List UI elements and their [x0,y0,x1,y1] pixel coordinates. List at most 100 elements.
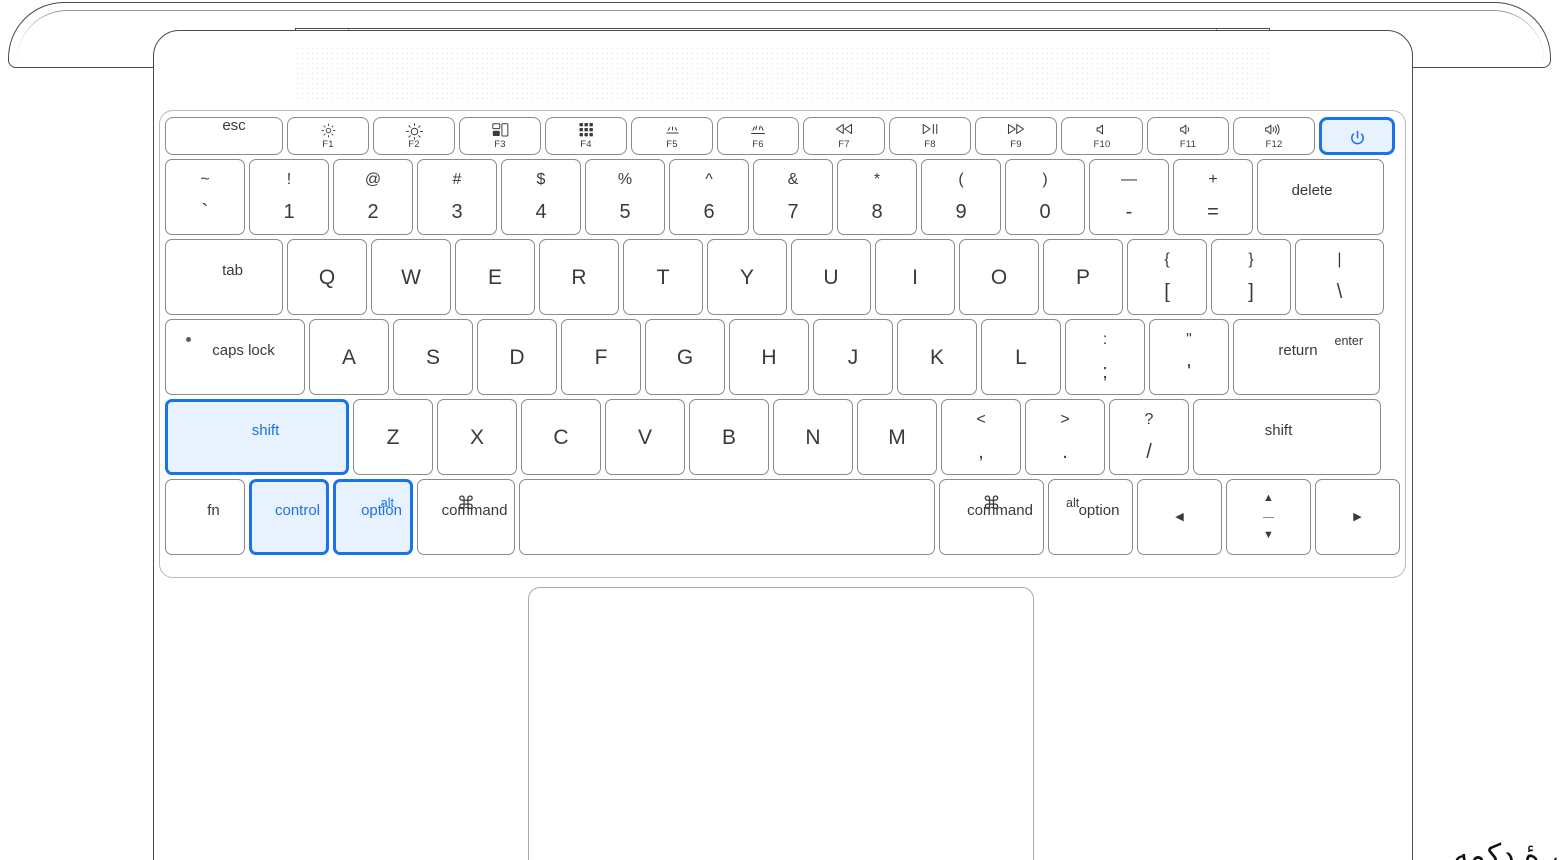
key-key-d[interactable]: D [477,319,557,395]
key-legend-lower: ; [1102,361,1108,383]
key-letter: E [487,265,502,289]
key-return[interactable]: enter return [1233,319,1380,395]
key-letter: R [571,265,587,289]
arrow-down-icon[interactable]: ▼ [1263,518,1274,555]
key-esc[interactable]: esc [165,117,283,155]
key-slash[interactable]: ? / [1109,399,1189,475]
key-legend-lower: , [978,441,984,463]
key-digit-8[interactable]: * 8 [837,159,917,235]
key-legend-upper: < [976,411,986,428]
key-space[interactable] [519,479,935,555]
key-key-q[interactable]: Q [287,239,367,315]
key-letter: N [805,425,821,449]
key-f4[interactable]: F4 [545,117,627,155]
key-legend-lower: . [1062,441,1068,463]
key-legend-upper: # [452,171,462,188]
key-key-x[interactable]: X [437,399,517,475]
key-f3[interactable]: F3 [459,117,541,155]
key-f8[interactable]: F8 [889,117,971,155]
key-caps-lock[interactable]: caps lock [165,319,305,395]
key-minus[interactable]: — - [1089,159,1169,235]
key-digit-4[interactable]: $4 [501,159,581,235]
key-digit-7[interactable]: & 7 [753,159,833,235]
key-f11[interactable]: F11 [1147,117,1229,155]
key-option-right[interactable]: alt option [1048,479,1133,555]
key-key-j[interactable]: J [813,319,893,395]
key-key-m[interactable]: M [857,399,937,475]
key-legend-lower: [ [1164,281,1170,303]
key-key-e[interactable]: E [455,239,535,315]
key-key-l[interactable]: L [981,319,1061,395]
key-delete[interactable]: delete [1257,159,1384,235]
keyboard-row-qwerty: tab Q W E R T Y U I O P{[}] | \ [165,239,1400,315]
key-key-u[interactable]: U [791,239,871,315]
key-digit-0[interactable]: ) 0 [1005,159,1085,235]
key-f5[interactable]: F5 [631,117,713,155]
key-digit-5[interactable]: % 5 [585,159,665,235]
key-digit-9[interactable]: (9 [921,159,1001,235]
key-key-g[interactable]: G [645,319,725,395]
key-period[interactable]: >. [1025,399,1105,475]
key-bracket-right[interactable]: }] [1211,239,1291,315]
key-command-left[interactable]: ⌘ command [417,479,515,555]
key-f6[interactable]: F6 [717,117,799,155]
key-control[interactable]: control [249,479,329,555]
key-digit-1[interactable]: ! 1 [249,159,329,235]
key-arrow-left[interactable]: ◀ [1137,479,1222,555]
key-key-i[interactable]: I [875,239,955,315]
keyboard-row-home: caps lock A S D F G H J K L:; " ' enter return [165,319,1400,395]
key-f1[interactable]: F1 [287,117,369,155]
key-key-y[interactable]: Y [707,239,787,315]
trackpad[interactable] [528,587,1034,860]
key-legend-upper: & [787,171,799,188]
key-legend-upper: $ [536,171,546,188]
arrow-up-icon[interactable]: ▲ [1263,480,1274,518]
key-f7[interactable]: F7 [803,117,885,155]
key-key-p[interactable]: P [1043,239,1123,315]
key-digit-2[interactable]: @2 [333,159,413,235]
key-key-t[interactable]: T [623,239,703,315]
key-tab[interactable]: tab [165,239,283,315]
key-label: tab [222,262,243,279]
key-key-n[interactable]: N [773,399,853,475]
key-key-z[interactable]: Z [353,399,433,475]
fn-label: F4 [580,138,592,150]
key-comma[interactable]: <, [941,399,1021,475]
key-key-k[interactable]: K [897,319,977,395]
key-key-h[interactable]: H [729,319,809,395]
key-legend-upper: ~ [200,171,210,188]
key-letter: A [341,345,356,369]
key-option-left[interactable]: alt option [333,479,413,555]
key-key-f[interactable]: F [561,319,641,395]
key-fn[interactable]: fn [165,479,245,555]
key-backslash[interactable]: | \ [1295,239,1384,315]
key-key-r[interactable]: R [539,239,619,315]
key-arrow-right[interactable]: ▶ [1315,479,1400,555]
key-key-v[interactable]: V [605,399,685,475]
rewind-icon [835,123,853,137]
key-quote[interactable]: " ' [1149,319,1229,395]
key-f10[interactable]: F10 [1061,117,1143,155]
key-f12[interactable]: F12 [1233,117,1315,155]
key-digit-3[interactable]: #3 [417,159,497,235]
key-shift-left[interactable]: shift [165,399,349,475]
key-legend-lower: 2 [367,201,379,223]
key-key-s[interactable]: S [393,319,473,395]
page-caption: ، هٔ دکمه [1453,838,1559,860]
key-shift-right[interactable]: shift [1193,399,1381,475]
key-grave[interactable]: ~ ` [165,159,245,235]
key-f9[interactable]: F9 [975,117,1057,155]
key-digit-6[interactable]: ^ 6 [669,159,749,235]
key-equal[interactable]: + = [1173,159,1253,235]
key-key-c[interactable]: C [521,399,601,475]
key-command-right[interactable]: ⌘ command [939,479,1044,555]
key-key-a[interactable]: A [309,319,389,395]
key-key-b[interactable]: B [689,399,769,475]
key-power[interactable] [1319,117,1395,155]
key-semicolon[interactable]: :; [1065,319,1145,395]
key-arrow-updown[interactable]: ▲ ▼ [1226,479,1311,555]
key-f2[interactable]: F2 [373,117,455,155]
key-key-o[interactable]: O [959,239,1039,315]
key-bracket-left[interactable]: {[ [1127,239,1207,315]
key-key-w[interactable]: W [371,239,451,315]
